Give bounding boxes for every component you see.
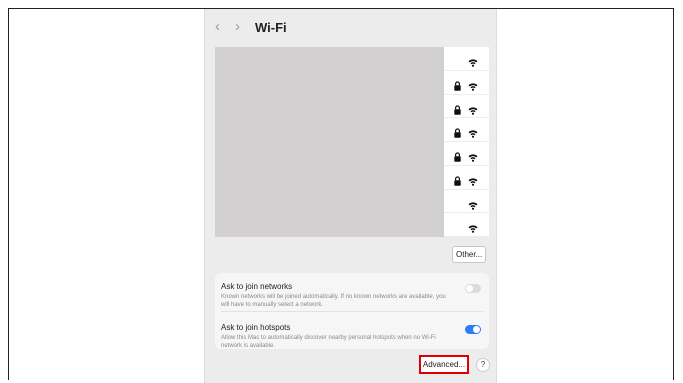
- network-row[interactable]: [444, 213, 489, 237]
- lock-icon: [454, 125, 461, 138]
- wifi-icon: [468, 125, 478, 139]
- wifi-icon: [468, 54, 478, 67]
- wifi-icon: [468, 173, 478, 186]
- network-row[interactable]: [444, 166, 489, 190]
- wifi-settings-window: ‹ › Wi-Fi Other... Ask to join networks …: [204, 9, 497, 383]
- toggle-knob: [466, 285, 473, 292]
- title-bar: ‹ › Wi-Fi: [205, 9, 496, 47]
- help-button[interactable]: ?: [476, 358, 490, 372]
- advanced-button[interactable]: Advanced...: [422, 358, 466, 371]
- page-title: Wi-Fi: [255, 20, 287, 35]
- network-row[interactable]: [444, 190, 489, 214]
- wifi-icon: [468, 220, 478, 234]
- lock-icon: [454, 78, 461, 91]
- ask-join-networks-description: Known networks will be joined automatica…: [221, 294, 446, 308]
- other-network-button[interactable]: Other...: [452, 246, 487, 263]
- network-row[interactable]: [444, 118, 489, 142]
- ask-join-hotspots-setting: Ask to join hotspots Allow this Mac to a…: [221, 323, 483, 350]
- wifi-icon: [468, 149, 478, 162]
- network-row[interactable]: [444, 95, 489, 119]
- wifi-icon: [468, 78, 478, 91]
- forward-chevron-icon[interactable]: ›: [235, 19, 240, 35]
- join-settings-panel: Ask to join networks Known networks will…: [215, 273, 489, 349]
- ask-join-networks-toggle[interactable]: [465, 284, 481, 293]
- toggle-knob: [473, 326, 480, 333]
- lock-icon: [454, 149, 461, 162]
- lock-icon: [454, 102, 461, 115]
- network-row[interactable]: [444, 47, 489, 71]
- lock-icon: [454, 173, 461, 186]
- ask-join-networks-setting: Ask to join networks Known networks will…: [221, 282, 483, 309]
- advanced-highlight: Advanced...: [419, 355, 469, 374]
- network-row[interactable]: [444, 71, 489, 95]
- network-names-placeholder: [215, 47, 444, 237]
- ask-join-hotspots-toggle[interactable]: [465, 325, 481, 334]
- network-row[interactable]: [444, 142, 489, 166]
- ask-join-hotspots-description: Allow this Mac to automatically discover…: [221, 335, 436, 349]
- ask-join-hotspots-label: Ask to join hotspots: [221, 323, 291, 332]
- settings-divider: [221, 311, 483, 312]
- back-chevron-icon[interactable]: ‹: [215, 19, 220, 35]
- wifi-icon: [468, 102, 478, 115]
- network-list: [215, 47, 489, 237]
- ask-join-networks-label: Ask to join networks: [221, 282, 293, 291]
- wifi-icon: [468, 197, 478, 210]
